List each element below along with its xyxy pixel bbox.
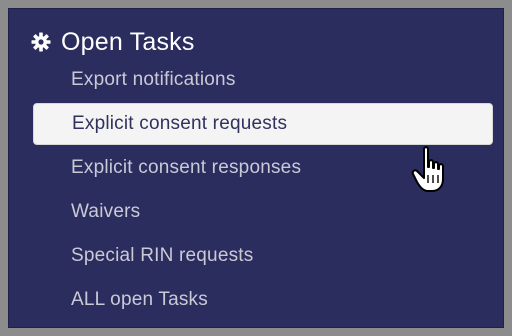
menu-item-all-open-tasks[interactable]: ALL open Tasks (33, 279, 493, 321)
window-frame: Open Tasks Export notifications Explicit… (0, 0, 512, 336)
menu-item-label: Explicit consent responses (71, 157, 302, 178)
task-menu: Export notifications Explicit consent re… (9, 9, 503, 327)
menu-item-special-rin-requests[interactable]: Special RIN requests (33, 235, 493, 277)
menu-item-label: Explicit consent requests (72, 113, 288, 134)
menu-item-waivers[interactable]: Waivers (33, 191, 493, 233)
menu-item-label: Special RIN requests (71, 245, 254, 266)
menu-item-explicit-consent-requests[interactable]: Explicit consent requests (33, 103, 493, 145)
menu-item-label: ALL open Tasks (71, 289, 208, 310)
open-tasks-panel: Open Tasks Export notifications Explicit… (8, 8, 504, 328)
menu-item-label: Waivers (71, 201, 141, 222)
menu-item-export-notifications[interactable]: Export notifications (33, 59, 493, 101)
menu-item-label: Export notifications (71, 69, 236, 90)
menu-item-explicit-consent-responses[interactable]: Explicit consent responses (33, 147, 493, 189)
